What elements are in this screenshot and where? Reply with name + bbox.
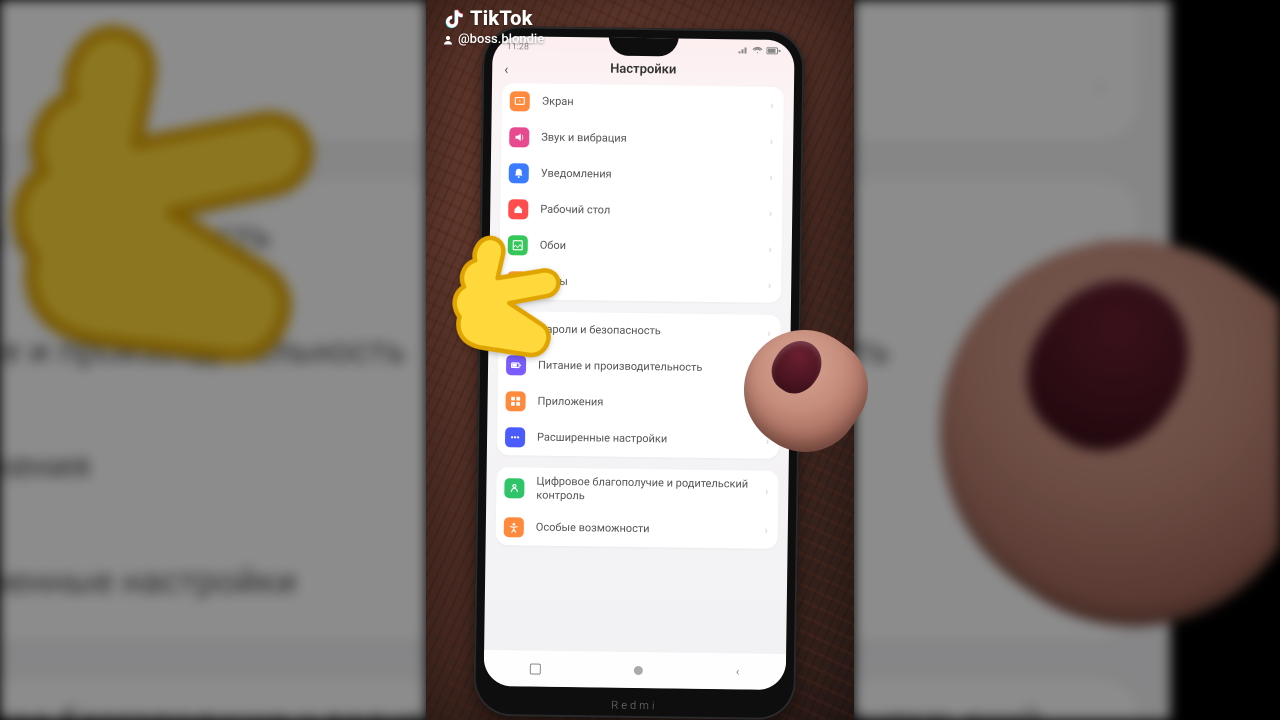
- settings-row[interactable]: Приложения›: [0, 410, 426, 525]
- android-nav-bar: ‹: [484, 650, 786, 690]
- chevron-right-icon: ›: [764, 524, 767, 537]
- chevron-right-icon: ›: [768, 278, 771, 291]
- sound-icon: [509, 127, 529, 147]
- accessibility-icon: [504, 517, 524, 537]
- settings-row[interactable]: Звук и вибрация›: [501, 119, 783, 159]
- settings-group: Цифровое благополучие и родительский кон…: [0, 679, 426, 720]
- status-indicators: [738, 46, 780, 55]
- settings-row-label: Темы: [539, 275, 768, 292]
- chevron-right-icon: ›: [765, 485, 768, 498]
- settings-row[interactable]: Питание и производительность›: [498, 347, 780, 387]
- settings-row[interactable]: Обои›: [500, 227, 782, 267]
- battery-icon: [766, 47, 780, 55]
- settings-row-label: Экран: [542, 95, 771, 112]
- settings-row[interactable]: Цифровое благополучие и родительский кон…: [0, 679, 426, 720]
- settings-row-label: Цифровое благополучие и родительский кон…: [0, 702, 426, 720]
- chevron-right-icon: ›: [767, 326, 770, 339]
- settings-group: Экран›Звук и вибрация›Уведомления›Рабочи…: [499, 83, 784, 303]
- settings-row-label: Питание и производительность: [0, 331, 426, 375]
- settings-row[interactable]: Обои›: [854, 0, 1138, 26]
- settings-row[interactable]: Особые возможности›: [496, 509, 778, 549]
- settings-row[interactable]: Цифровое благополучие и родительский кон…: [496, 467, 779, 512]
- lock-icon: [506, 319, 526, 339]
- settings-row-label: Темы: [854, 62, 1096, 106]
- settings-row[interactable]: Экран›: [502, 83, 784, 123]
- settings-row[interactable]: Темы›: [854, 26, 1138, 141]
- settings-row-label: Приложения: [0, 446, 426, 490]
- chevron-right-icon: ›: [1096, 63, 1107, 105]
- background-blur-right: 11:28 ‹ Настройки Экран›Звук и вибрация›…: [854, 0, 1280, 720]
- wellbeing-icon: [504, 478, 524, 498]
- battery-icon: [506, 355, 526, 375]
- chevron-right-icon: ›: [770, 134, 773, 147]
- tiktok-username: @boss.blondie: [442, 32, 544, 47]
- settings-row-label: Рабочий стол: [540, 203, 769, 220]
- notifications-icon: [509, 163, 529, 183]
- settings-row[interactable]: Обои›: [0, 0, 426, 26]
- signal-icon: [738, 46, 748, 54]
- settings-row[interactable]: Темы›: [499, 263, 781, 303]
- settings-row-label: Приложения: [537, 395, 766, 412]
- settings-row[interactable]: Цифровое благополучие и родительский кон…: [854, 679, 1138, 720]
- settings-row[interactable]: Питание и производительность›: [0, 295, 426, 410]
- settings-row-label: Пароли и безопасность: [0, 216, 426, 260]
- themes-icon: [507, 271, 527, 291]
- chevron-right-icon: ›: [768, 242, 771, 255]
- nav-home-icon[interactable]: [634, 665, 643, 674]
- settings-row-label: Цифровое благополучие и родительский кон…: [536, 475, 765, 506]
- settings-row-label: Обои: [540, 239, 769, 256]
- settings-row[interactable]: Темы›: [0, 26, 426, 141]
- wallpaper-icon: [508, 235, 528, 255]
- background-blur-left: 11:28 ‹ Настройки Экран›Звук и вибрация›…: [0, 0, 426, 720]
- settings-row[interactable]: Приложения›: [497, 383, 779, 423]
- settings-row[interactable]: Пароли и безопасность›: [0, 180, 426, 295]
- home-icon: [508, 199, 528, 219]
- settings-row-label: Цифровое благополучие и родительский кон…: [854, 702, 1096, 720]
- chevron-right-icon: ›: [769, 206, 772, 219]
- tiktok-logo-icon: [442, 7, 464, 29]
- settings-row[interactable]: Расширенные настройки›: [497, 419, 779, 459]
- back-icon[interactable]: ‹: [504, 62, 508, 78]
- settings-row-label: Питание и производительность: [538, 359, 767, 376]
- video-frame: 11:28 ‹ Настройки Экран›Звук и вибрация›…: [0, 0, 1280, 720]
- settings-group: Цифровое благополучие и родительский кон…: [854, 679, 1138, 720]
- fingernail: [763, 332, 832, 403]
- settings-row-label: Темы: [0, 62, 426, 106]
- apps-icon: [505, 391, 525, 411]
- settings-group: Пароли и безопасность›Питание и производ…: [497, 311, 781, 459]
- settings-row-label: Пароли и безопасность: [539, 323, 768, 340]
- phone-screen: 11:28 ‹ Настройки Экран›Звук и вибрация›…: [484, 36, 795, 690]
- settings-row-label: Расширенные настройки: [537, 431, 766, 448]
- settings-row-label: Особые возможности: [536, 520, 765, 537]
- advanced-icon: [505, 427, 525, 447]
- tiktok-brand-text: TikTok: [470, 6, 533, 30]
- settings-group: Экран›Звук и вибрация›Уведомления›Рабочи…: [0, 0, 426, 142]
- phone-brand-label: Redmi: [473, 697, 795, 714]
- tiktok-watermark: TikTok @boss.blondie: [442, 6, 544, 47]
- phone-notch: [608, 36, 678, 57]
- chevron-right-icon: ›: [769, 170, 772, 183]
- settings-row-label: Звук и вибрация: [541, 131, 770, 148]
- video-column: TikTok @boss.blondie 11:28 ‹: [426, 0, 854, 720]
- settings-group: Цифровое благополучие и родительский кон…: [496, 467, 779, 548]
- settings-row[interactable]: Рабочий стол›: [500, 191, 782, 231]
- settings-row[interactable]: Пароли и безопасность›: [498, 311, 780, 351]
- settings-group: Пароли и безопасность›Питание и производ…: [0, 180, 426, 641]
- nav-recents-icon[interactable]: [530, 663, 541, 674]
- nav-back-icon[interactable]: ‹: [736, 664, 740, 678]
- chevron-right-icon: ›: [770, 98, 773, 111]
- wifi-icon: [752, 47, 762, 55]
- phone-screen: 11:28 ‹ Настройки Экран›Звук и вибрация›…: [0, 0, 426, 720]
- settings-row-label: Расширенные настройки: [0, 561, 426, 605]
- display-icon: [510, 91, 530, 111]
- settings-row[interactable]: Уведомления›: [501, 155, 783, 195]
- settings-row-label: Уведомления: [541, 167, 770, 184]
- settings-row[interactable]: Расширенные настройки›: [0, 526, 426, 641]
- settings-group: Экран›Звук и вибрация›Уведомления›Рабочи…: [854, 0, 1138, 142]
